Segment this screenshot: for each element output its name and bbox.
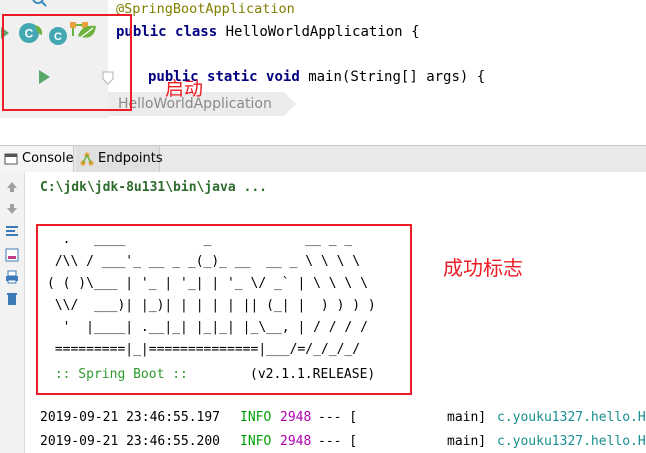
tab-console[interactable]: Console — [0, 146, 74, 172]
log-timestamp: 2019-09-21 23:46:55.197 — [40, 410, 221, 425]
tab-console-label: Console — [22, 151, 74, 166]
run-gutter-highlight-box — [2, 14, 132, 111]
soft-wrap-icon[interactable] — [5, 224, 19, 238]
main-signature: main(String[] args) { — [308, 69, 486, 85]
success-annotation-label: 成功标志 — [443, 256, 523, 280]
annotation-text: @SpringBootApplication — [116, 1, 295, 17]
log-separator: --- [ — [318, 434, 358, 449]
scroll-down-icon[interactable] — [5, 202, 19, 216]
search-icon — [32, 0, 47, 7]
log-pid: 2948 — [280, 410, 312, 425]
log-timestamp: 2019-09-21 23:46:55.200 — [40, 434, 221, 449]
log-level: INFO — [240, 434, 272, 449]
log-logger-link[interactable]: c.youku1327.hello.H — [497, 434, 646, 449]
console-toolbar — [0, 172, 25, 453]
java-command-line: C:\jdk\jdk-8u131\bin\java ... — [40, 180, 267, 195]
log-thread: main] — [447, 434, 487, 449]
log-pid: 2948 — [280, 434, 312, 449]
clear-all-icon[interactable] — [5, 292, 19, 306]
console-panel[interactable]: C:\jdk\jdk-8u131\bin\java ... . ____ _ _… — [0, 172, 646, 453]
class-brace: { — [411, 24, 420, 40]
keyword-class: class — [175, 24, 218, 40]
tab-endpoints-label: Endpoints — [98, 151, 163, 166]
scroll-to-end-icon[interactable] — [5, 248, 19, 262]
log-thread: main] — [447, 410, 487, 425]
log-logger-link[interactable]: c.youku1327.hello.H — [497, 410, 646, 425]
log-level: INFO — [240, 410, 272, 425]
endpoints-icon — [80, 152, 94, 166]
print-icon[interactable] — [5, 270, 19, 284]
run-tool-window-tabs: Console Endpoints — [0, 145, 646, 173]
banner-highlight-box — [36, 224, 412, 395]
tab-endpoints[interactable]: Endpoints — [76, 146, 163, 172]
keyword-void: void — [266, 69, 300, 85]
class-declaration-line: public class HelloWorldApplication { — [116, 24, 420, 40]
annotation-line: @SpringBootApplication — [116, 1, 295, 17]
console-icon — [4, 153, 18, 165]
log-separator: --- [ — [318, 410, 358, 425]
class-name: HelloWorldApplication — [225, 24, 403, 40]
start-annotation-label: 启动 — [165, 78, 204, 100]
scroll-up-icon[interactable] — [5, 180, 19, 194]
code-editor[interactable]: C C @SpringBootApplication public class … — [0, 0, 646, 118]
keyword-static: static — [207, 69, 258, 85]
